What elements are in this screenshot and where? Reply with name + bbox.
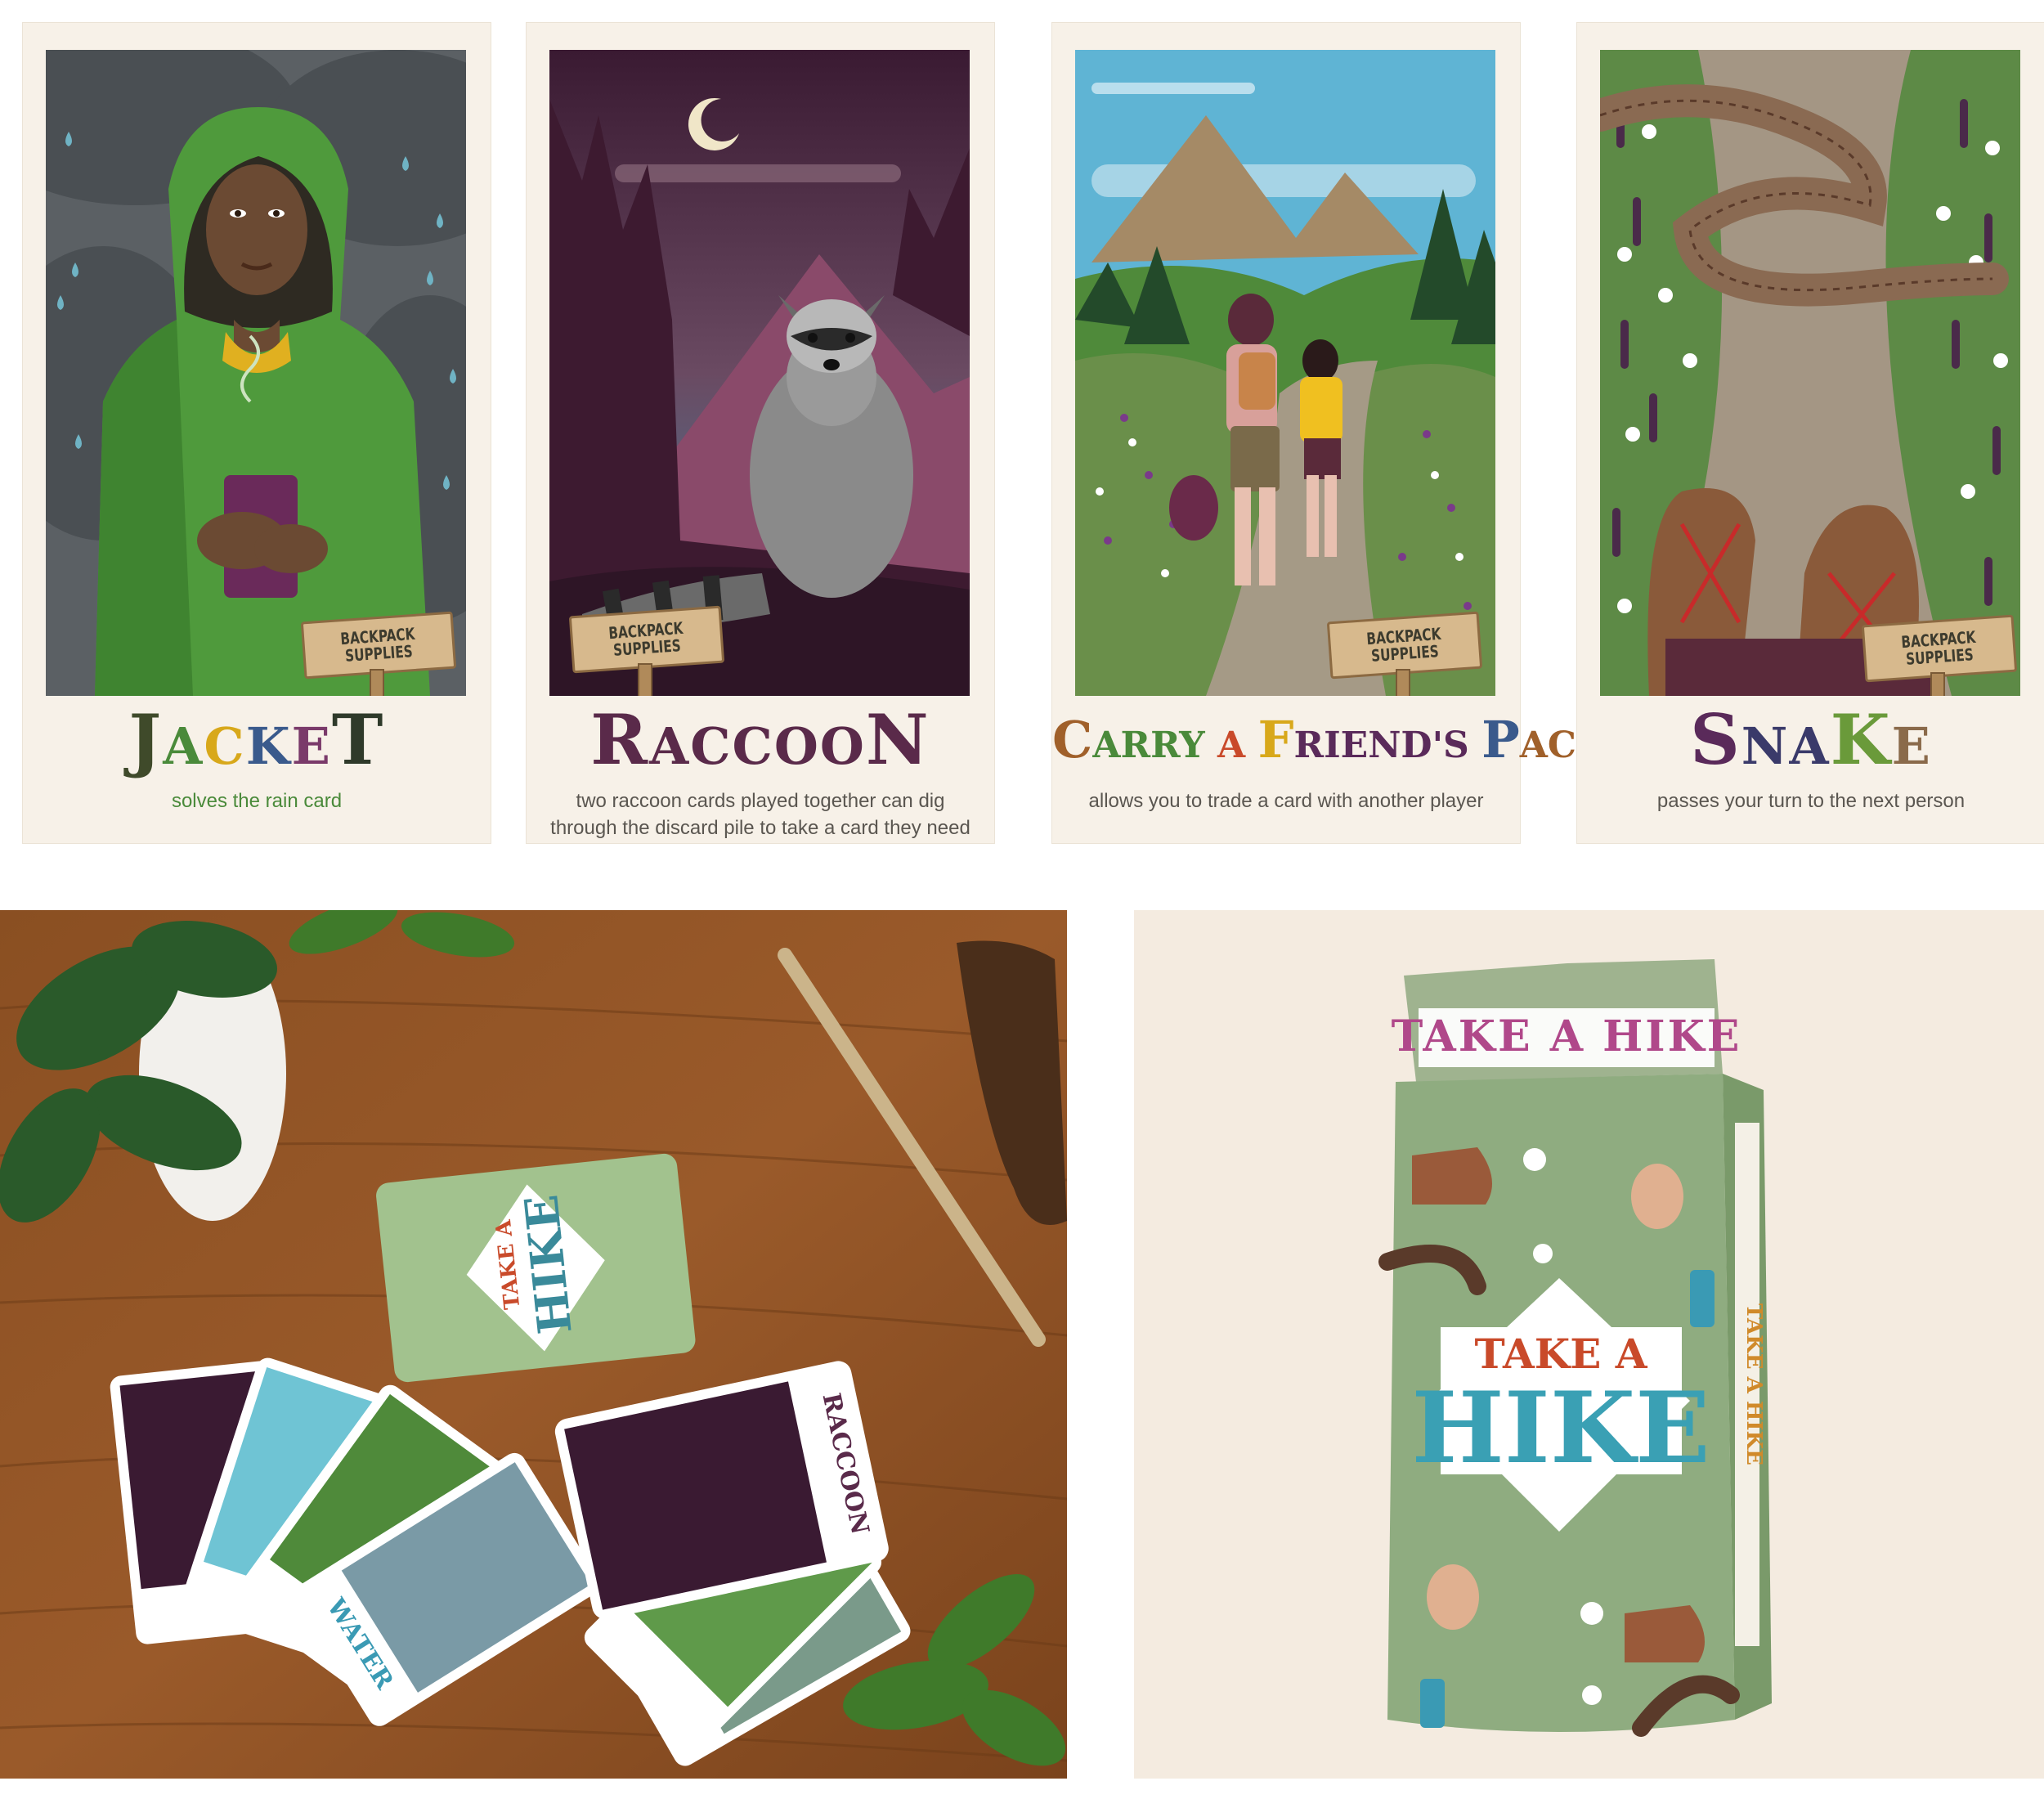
card-title: JACKET <box>23 695 491 785</box>
sign-line2: SUPPLIES <box>344 641 414 666</box>
title-letter: RIEND'S <box>1293 725 1482 766</box>
card-title: SNAKE <box>1577 695 2044 785</box>
title-letter: F <box>1257 710 1294 769</box>
card-snake: BACKPACK SUPPLIES SNAKE passes your turn… <box>1577 23 2044 843</box>
title-letter: E <box>291 716 332 776</box>
title-letter: A <box>1217 725 1258 766</box>
card-art-jacket: BACKPACK SUPPLIES <box>46 50 466 696</box>
card-title: RACCOON <box>527 695 994 785</box>
card-raccoon: BACKPACK SUPPLIES RACCOON two raccoon ca… <box>527 23 994 843</box>
title-letter: R <box>590 699 650 780</box>
title-letter: E <box>1891 716 1932 776</box>
backpack-supplies-sign: BACKPACK SUPPLIES <box>568 605 725 696</box>
box-side-title: TAKE A HIKE <box>1741 1303 1766 1465</box>
box-panel: TAKE A HIKE TAKE A HIKE TAKE A HIKE <box>1134 910 2044 1779</box>
card-art-snake: BACKPACK SUPPLIES <box>1600 50 2020 696</box>
title-letter: K <box>1830 699 1892 780</box>
table-photo: TAKE A HIKE WATER RACCOON <box>0 910 1067 1779</box>
card-carry-a-friends-pack: BACKPACK SUPPLIES CARRY A FRIEND'S PACK … <box>1052 23 1620 843</box>
sign-line2: SUPPLIES <box>1370 641 1440 666</box>
card-description: passes your turn to the next person <box>1656 790 1966 812</box>
title-letter: T <box>331 699 385 780</box>
title-letter: NA <box>1741 716 1831 776</box>
title-letter: A <box>163 716 204 776</box>
card-description: two raccoon cards played together can di… <box>550 790 970 839</box>
sign-line2: SUPPLIES <box>612 635 682 660</box>
card-description: solves the rain card <box>171 790 343 812</box>
title-letter: AC <box>1519 725 1576 766</box>
title-letter: J <box>128 699 164 780</box>
boot-icon <box>1412 1147 1492 1205</box>
title-letter: C <box>1052 710 1093 769</box>
title-letter: ACCOO <box>649 716 866 776</box>
sign-line2: SUPPLIES <box>1905 644 1975 669</box>
card-title: CARRY A FRIEND'S PACK <box>1052 695 1620 785</box>
box-lid-title: TAKE A HIKE <box>1392 1012 1742 1061</box>
title-letter: C <box>204 716 246 776</box>
backpack-supplies-sign: BACKPACK SUPPLIES <box>1326 611 1483 696</box>
box-front-title-main: HIKE <box>1411 1371 1710 1486</box>
backpack-supplies-sign: BACKPACK SUPPLIES <box>1861 614 2018 696</box>
title-letter: S <box>1690 699 1741 780</box>
card-description: allows you to trade a card with another … <box>1088 790 1484 812</box>
title-letter: K <box>245 716 292 776</box>
title-letter: N <box>865 699 930 780</box>
card-art-raccoon: BACKPACK SUPPLIES <box>549 50 970 696</box>
title-letter: ARRY <box>1092 725 1218 766</box>
card-jacket: BACKPACK SUPPLIES JACKET solves the rain… <box>23 23 491 843</box>
title-letter: P <box>1481 710 1520 769</box>
card-art-carry-pack: BACKPACK SUPPLIES <box>1075 50 1495 696</box>
backpack-supplies-sign: BACKPACK SUPPLIES <box>300 611 457 696</box>
